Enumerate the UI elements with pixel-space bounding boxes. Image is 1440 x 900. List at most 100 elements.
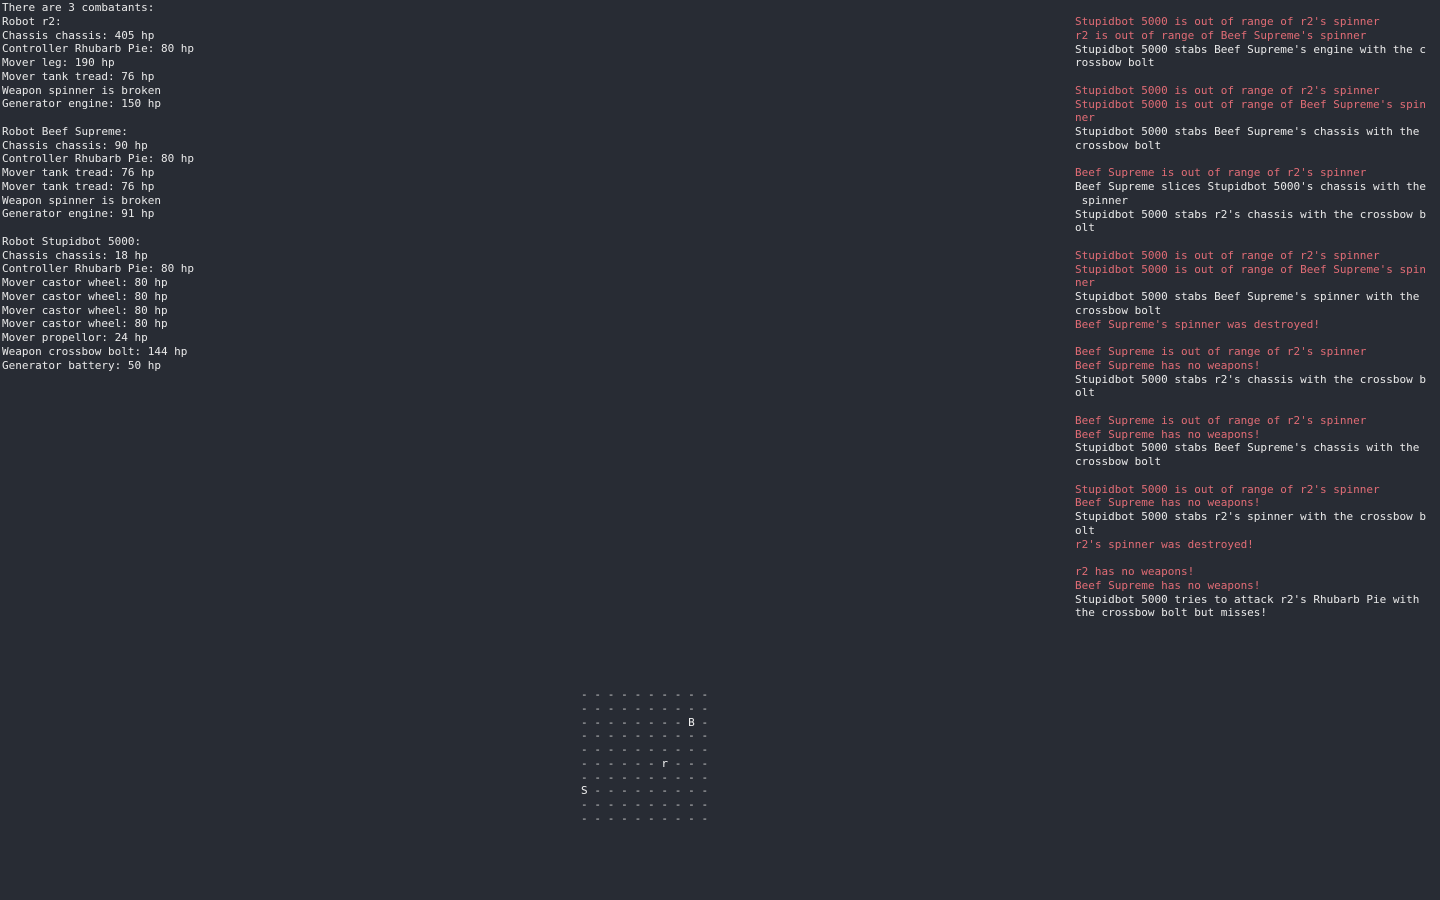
arena-cell-empty: - [674,784,682,798]
log-action-line: rossbow bolt [1075,56,1155,70]
status-line: Generator battery: 50 hp [2,358,161,372]
arena-cell-empty: - [661,701,668,715]
arena-cell-empty: - [607,756,615,770]
arena-cell-empty: - [701,715,709,729]
arena-cell-empty: - [621,688,628,701]
status-line: Generator engine: 150 hp [2,97,161,111]
arena-row: ---------- [581,798,715,812]
status-line: Mover tank tread: 76 hp [2,69,155,83]
arena-cell-empty: - [674,688,682,701]
arena-cell-empty: - [701,756,709,770]
arena-cell-empty: - [634,715,642,729]
arena-cell-empty: - [634,784,642,798]
arena-cell-empty: - [607,688,615,701]
log-spacer [1075,551,1435,565]
log-warning-line: Beef Supreme has no weapons! [1075,578,1261,592]
arena-cell-empty: - [647,798,655,811]
status-line: Mover tank tread: 76 hp [2,166,155,179]
log-action-line: Stupidbot 5000 tries to attack r2's Rhub… [1075,592,1420,606]
status-line: Robot r2: [2,14,62,28]
arena-row: ---------- [581,743,715,757]
arena-cell-empty: - [701,784,709,798]
log-warning-line: Beef Supreme's spinner was destroyed! [1075,317,1321,331]
arena-cell-empty: - [634,743,642,756]
arena-cell-empty: - [607,784,615,798]
arena-cell-empty: - [647,715,655,729]
arena-cell-empty: - [688,784,695,798]
arena-cell-empty: - [581,701,588,715]
status-line: Chassis chassis: 18 hp [2,248,148,262]
arena-cell-empty: - [674,701,682,715]
status-line: Mover castor wheel: 80 hp [2,317,168,331]
status-line: Chassis chassis: 405 hp [2,28,155,42]
log-action-line: the crossbow bolt but misses! [1075,606,1268,620]
arena-cell-empty: - [688,811,695,825]
arena-cell-empty: - [594,798,602,811]
log-action-line: crossbow bolt [1075,138,1162,152]
status-line: Generator engine: 91 hp [2,207,155,221]
arena-cell-empty: - [594,770,602,784]
arena-cell-empty: - [661,743,668,756]
arena-cell-empty: - [647,784,655,798]
combat-log-panel: Stupidbot 5000 is out of range of r2's s… [1075,15,1435,620]
status-spacer [2,111,402,125]
arena-cell-empty: - [647,729,655,743]
log-warning-line: Stupidbot 5000 is out of range of r2's s… [1075,248,1380,262]
arena-cell-empty: - [634,688,642,701]
arena-cell-robot: B [688,715,695,729]
arena-cell-empty: - [647,770,655,784]
status-line: Controller Rhubarb Pie: 80 hp [2,152,195,166]
log-spacer [1075,235,1435,249]
arena-cell-empty: - [701,729,709,743]
log-warning-line: ner [1075,276,1095,290]
log-warning-line: Stupidbot 5000 is out of range of r2's s… [1075,15,1380,28]
arena-cell-empty: - [647,756,655,770]
log-warning-line: Beef Supreme is out of range of r2's spi… [1075,166,1367,180]
log-warning-line: r2 is out of range of Beef Supreme's spi… [1075,28,1367,42]
arena-cell-empty: - [594,756,602,770]
arena-cell-empty: - [607,770,615,784]
arena-cell-empty: - [607,743,615,756]
arena-cell-empty: - [581,715,588,729]
arena-cell-empty: - [594,811,602,825]
arena-cell-empty: - [674,756,682,770]
arena-cell-empty: - [581,811,588,825]
arena-cell-empty: - [607,798,615,811]
robot-status-panel: There are 3 combatants: Robot r2: Chassis … [2,1,402,372]
arena-cell-empty: - [647,688,655,701]
arena-cell-empty: - [581,743,588,756]
log-warning-line: r2's spinner was destroyed! [1075,537,1254,551]
status-line: There are 3 combatants: [2,1,155,14]
log-action-line: Stupidbot 5000 stabs Beef Supreme's chas… [1075,441,1420,455]
arena-row: ------r--- [581,757,715,771]
log-spacer [1075,469,1435,483]
arena-cell-empty: - [688,798,695,811]
arena-cell-empty: - [674,811,682,825]
arena-cell-empty: - [621,743,628,756]
status-line: Mover tank tread: 76 hp [2,179,155,193]
arena-cell-empty: - [674,770,682,784]
arena-cell-empty: - [581,729,588,743]
arena-cell-empty: - [647,811,655,825]
arena-cell-empty: - [661,729,668,743]
arena-cell-empty: - [607,729,615,743]
log-spacer [1075,70,1435,84]
arena-cell-empty: - [621,756,628,770]
log-warning-line: Stupidbot 5000 is out of range of Beef S… [1075,97,1426,111]
arena-cell-empty: - [621,729,628,743]
arena-cell-empty: - [661,688,668,701]
arena-cell-empty: - [688,756,695,770]
log-warning-line: Beef Supreme has no weapons! [1075,427,1261,441]
arena-cell-empty: - [581,756,588,770]
log-action-line: Beef Supreme slices Stupidbot 5000's cha… [1075,180,1426,193]
arena-cell-empty: - [661,798,668,811]
arena-row: ---------- [581,771,715,785]
arena-row: --------B- [581,716,715,730]
arena-cell-empty: - [581,770,588,784]
log-action-line: Stupidbot 5000 stabs r2's chassis with t… [1075,372,1426,386]
log-warning-line: Stupidbot 5000 is out of range of r2's s… [1075,83,1380,97]
arena-cell-empty: - [621,715,628,729]
status-line: Controller Rhubarb Pie: 80 hp [2,42,195,56]
arena-cell-empty: - [688,743,695,756]
status-line: Mover propellor: 24 hp [2,331,148,344]
